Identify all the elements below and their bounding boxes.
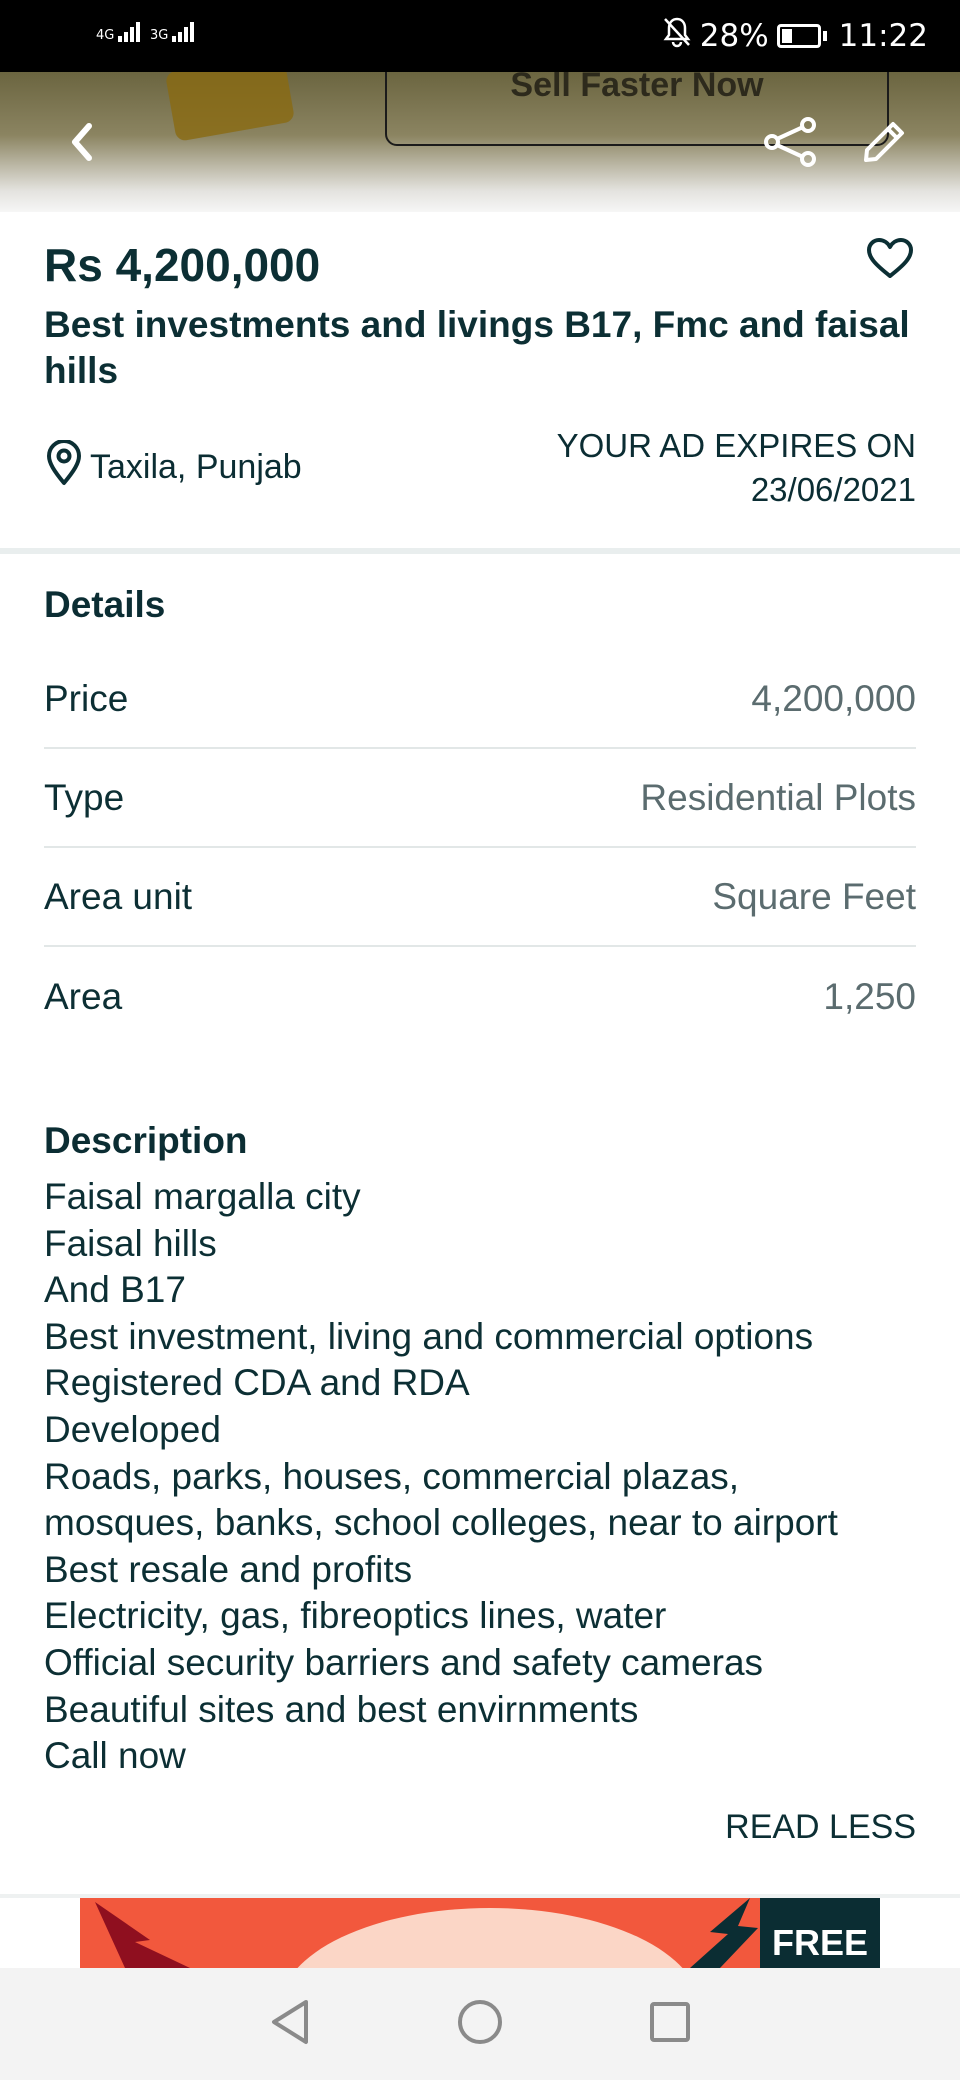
description-line: Developed [44, 1408, 221, 1450]
hero-image-shape [164, 72, 296, 142]
detail-label: Area [44, 975, 123, 1017]
network-type-label: 3G [150, 28, 169, 43]
location-pin-icon [44, 439, 84, 495]
details-row-area-unit: Area unit Square Feet [44, 848, 916, 947]
sell-faster-label: Sell Faster Now [510, 72, 764, 104]
ad-expiry: YOUR AD EXPIRES ON 23/06/2021 [557, 424, 916, 512]
signal-3g-icon: 3G [150, 22, 195, 43]
edit-button[interactable] [852, 112, 916, 176]
description-line: mosques, banks, school colleges, near to… [44, 1502, 838, 1544]
location-text: Taxila, Punjab [90, 448, 302, 486]
details-row-area: Area 1,250 [44, 947, 916, 1046]
details-table: Price 4,200,000 Type Residential Plots A… [44, 650, 916, 1046]
detail-value: Square Feet [712, 875, 916, 917]
description-text: Faisal margalla city Faisal hills And B1… [44, 1174, 838, 1780]
battery-icon [776, 24, 821, 48]
details-row-price: Price 4,200,000 [44, 650, 916, 749]
square-recents-icon [648, 2000, 692, 2049]
ad-free-badge: FREE [760, 1898, 880, 1968]
description-line: Roads, parks, houses, commercial plazas, [44, 1455, 740, 1497]
nav-recents-button[interactable] [640, 1994, 700, 2054]
lightning-icon [90, 1900, 200, 1968]
description-line: Faisal hills [44, 1222, 217, 1264]
detail-label: Area unit [44, 875, 193, 917]
description-line: Call now [44, 1735, 186, 1777]
ad-banner[interactable]: FREE [80, 1898, 880, 1968]
nav-home-button[interactable] [450, 1994, 510, 2054]
description-heading: Description [44, 1120, 248, 1161]
battery-level-fill [781, 29, 793, 43]
listing-image-header: Sell Faster Now [0, 72, 960, 212]
nav-back-button[interactable] [260, 1994, 320, 2054]
description-line: Best resale and profits [44, 1548, 413, 1590]
ad-expiry-label: YOUR AD EXPIRES ON [556, 427, 916, 464]
battery-percent: 28% [699, 18, 769, 54]
share-button[interactable] [758, 112, 822, 176]
detail-label: Type [44, 776, 125, 818]
details-heading: Details [44, 584, 166, 625]
description-line: Electricity, gas, fibreoptics lines, wat… [44, 1595, 667, 1637]
network-type-label: 4G [96, 28, 115, 43]
detail-label: Price [44, 677, 129, 719]
description-line: Official security barriers and safety ca… [44, 1641, 764, 1683]
details-row-type: Type Residential Plots [44, 749, 916, 848]
detail-value: 1,250 [823, 975, 916, 1017]
detail-value: Residential Plots [640, 776, 916, 818]
circle-home-icon [456, 1998, 504, 2051]
signal-4g-icon: 4G [96, 22, 141, 43]
pencil-icon [861, 119, 907, 170]
triangle-back-icon [268, 1998, 312, 2051]
detail-value: 4,200,000 [751, 677, 916, 719]
status-bar: 4G 3G 28% 11:22 [0, 0, 960, 72]
listing-location: Taxila, Punjab [44, 439, 302, 495]
ad-expiry-date: 23/06/2021 [750, 471, 916, 508]
back-button[interactable] [50, 112, 114, 176]
section-divider [0, 548, 960, 554]
description-line: Registered CDA and RDA [44, 1362, 470, 1404]
lightning-icon [680, 1898, 760, 1968]
system-navigation-bar [0, 1968, 960, 2080]
description-line: Beautiful sites and best envirnments [44, 1688, 639, 1730]
favorite-button[interactable] [862, 232, 918, 288]
read-less-button[interactable]: READ LESS [725, 1808, 916, 1847]
listing-title: Best investments and livings B17, Fmc an… [44, 304, 910, 391]
bell-muted-icon [662, 16, 692, 56]
description-line: And B17 [44, 1269, 186, 1311]
share-icon [762, 116, 818, 172]
description-line: Faisal margalla city [44, 1176, 361, 1217]
clock: 11:22 [838, 18, 928, 54]
listing-price: Rs 4,200,000 [44, 239, 321, 291]
ad-graphic [280, 1908, 700, 1968]
chevron-left-icon [67, 122, 97, 167]
battery-tip [822, 31, 827, 41]
heart-icon [866, 237, 914, 284]
description-line: Best investment, living and commercial o… [44, 1315, 814, 1357]
